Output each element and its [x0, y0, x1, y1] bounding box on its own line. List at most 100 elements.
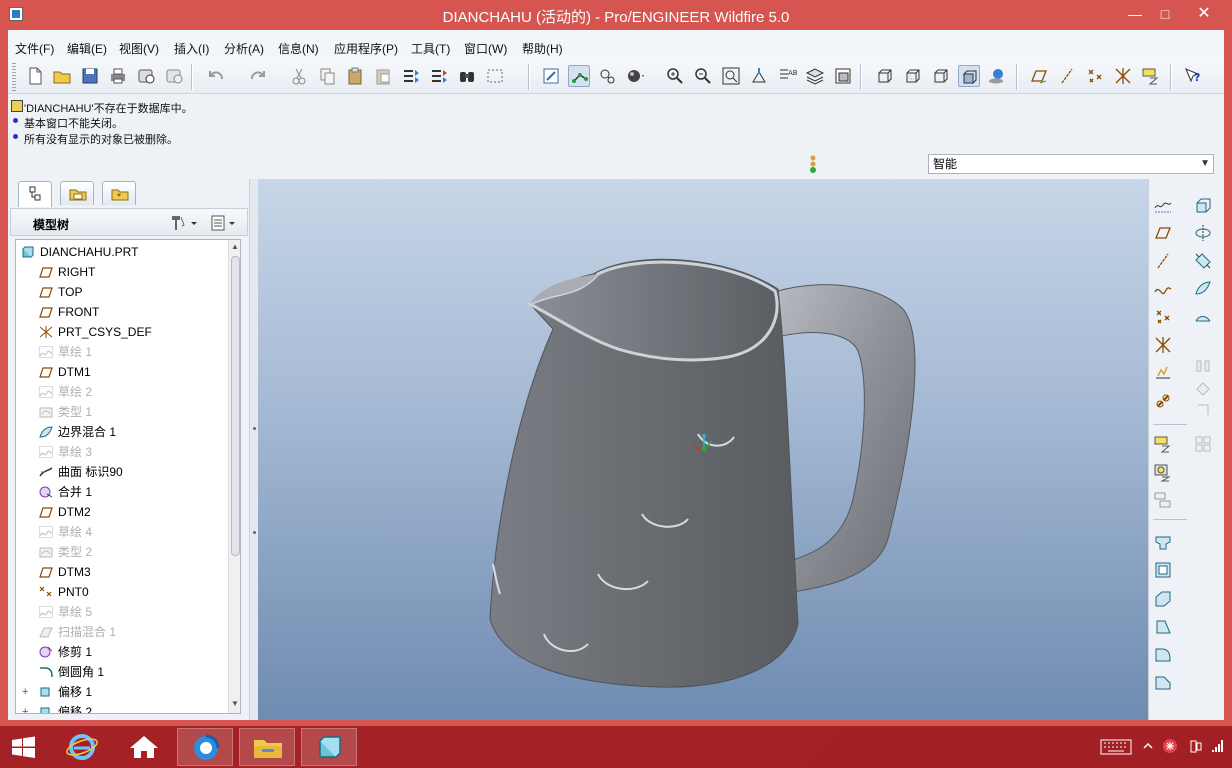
trim-tool-icon[interactable]: [1192, 399, 1214, 421]
regen-manager-icon[interactable]: [428, 65, 450, 87]
shading-icon[interactable]: [958, 65, 980, 87]
reorient-icon[interactable]: [748, 65, 770, 87]
selection-filter-select[interactable]: 智能 ▼: [928, 154, 1214, 174]
merge-tool-icon[interactable]: [1192, 377, 1214, 399]
spin-center-icon[interactable]: [568, 65, 590, 87]
tree-item[interactable]: + 偏移 1: [16, 682, 226, 702]
tree-item[interactable]: PRT_CSYS_DEF: [16, 322, 226, 342]
tree-item[interactable]: PNT0: [16, 582, 226, 602]
redo-icon[interactable]: [246, 65, 268, 87]
datum-point-tool-icon[interactable]: [1152, 306, 1174, 328]
variable-sweep-icon[interactable]: [1192, 250, 1214, 272]
tree-item[interactable]: 类型 2: [16, 542, 226, 562]
tab-favorites[interactable]: *: [102, 181, 136, 205]
tree-expand-icon[interactable]: +: [22, 682, 28, 702]
tree-show-icon[interactable]: [209, 213, 243, 233]
home-icon[interactable]: [116, 728, 172, 766]
menu-insert[interactable]: 插入(I): [174, 40, 209, 57]
no-hidden-icon[interactable]: [930, 65, 952, 87]
extrude-icon[interactable]: [1192, 194, 1214, 216]
mirror-icon[interactable]: [1192, 355, 1214, 377]
tree-expand-icon[interactable]: +: [22, 702, 28, 713]
tree-item[interactable]: FRONT: [16, 302, 226, 322]
find-binoculars-icon[interactable]: [456, 65, 478, 87]
browser-app-icon[interactable]: [177, 728, 233, 766]
toolbar-grip[interactable]: [12, 63, 16, 91]
tree-item[interactable]: DTM2: [16, 502, 226, 522]
zoom-in-icon[interactable]: [664, 65, 686, 87]
menu-view[interactable]: 视图(V): [119, 40, 159, 57]
enhanced-realism-icon[interactable]: [986, 65, 1008, 87]
chamfer-icon[interactable]: [1152, 671, 1174, 693]
keyboard-icon[interactable]: [1100, 739, 1132, 755]
tree-item[interactable]: 类型 1: [16, 402, 226, 422]
send-mail-icon[interactable]: [135, 65, 157, 87]
cut-icon[interactable]: [288, 65, 310, 87]
proe-taskbar-icon[interactable]: [301, 728, 357, 766]
datum-plane-display-icon[interactable]: [1028, 65, 1050, 87]
datum-curve-tool-icon[interactable]: [1152, 278, 1174, 300]
menu-tools[interactable]: 工具(T): [411, 40, 450, 57]
power-tray-icon[interactable]: [1188, 738, 1204, 754]
paste-special-icon[interactable]: [372, 65, 394, 87]
datum-plane-tool-icon[interactable]: [1152, 222, 1174, 244]
shrinkwrap-icon[interactable]: [1152, 489, 1174, 511]
tree-scrollbar-thumb[interactable]: [231, 256, 240, 556]
tray-chevron-up-icon[interactable]: [1142, 740, 1154, 752]
tree-item[interactable]: 倒圆角 1: [16, 662, 226, 682]
open-folder-icon[interactable]: [51, 65, 73, 87]
rib-icon[interactable]: [1152, 587, 1174, 609]
scroll-up-icon[interactable]: ▲: [231, 242, 239, 251]
kettle-model[interactable]: [258, 179, 1148, 720]
menu-analysis[interactable]: 分析(A): [224, 40, 264, 57]
tree-item[interactable]: 草绘 3: [16, 442, 226, 462]
antivirus-tray-icon[interactable]: [1162, 738, 1178, 754]
undo-icon[interactable]: [206, 65, 228, 87]
tree-item[interactable]: 草绘 2: [16, 382, 226, 402]
graphics-window[interactable]: [258, 179, 1148, 720]
annotation-display-icon[interactable]: [1140, 65, 1162, 87]
tree-item[interactable]: 曲面 标识90: [16, 462, 226, 482]
menu-info[interactable]: 信息(N): [278, 40, 319, 57]
tree-root-item[interactable]: DIANCHAHU.PRT: [16, 242, 226, 262]
new-file-icon[interactable]: [24, 65, 46, 87]
sketch-tool-icon[interactable]: [1152, 194, 1174, 216]
datum-axis-display-icon[interactable]: [1056, 65, 1078, 87]
scroll-down-icon[interactable]: ▼: [231, 699, 239, 708]
tree-item[interactable]: 修剪 1: [16, 642, 226, 662]
tree-item[interactable]: 扫描混合 1: [16, 622, 226, 642]
close-button[interactable]: ✕: [1180, 0, 1228, 28]
tree-item[interactable]: 草绘 4: [16, 522, 226, 542]
reference-chain-icon[interactable]: [1152, 390, 1174, 412]
file-explorer-icon[interactable]: [239, 728, 295, 766]
refit-icon[interactable]: [720, 65, 742, 87]
title-bar[interactable]: DIANCHAHU (活动的) - Pro/ENGINEER Wildfire …: [0, 0, 1232, 30]
round-tool-icon[interactable]: [1152, 643, 1174, 665]
menu-file[interactable]: 文件(F): [15, 40, 54, 57]
tree-item[interactable]: 合并 1: [16, 482, 226, 502]
datum-point-display-icon[interactable]: [1084, 65, 1106, 87]
print-icon[interactable]: [107, 65, 129, 87]
layers-icon[interactable]: [804, 65, 826, 87]
send-link-icon[interactable]: [163, 65, 185, 87]
copy-icon[interactable]: [316, 65, 338, 87]
tab-model-tree[interactable]: [18, 181, 52, 207]
start-button[interactable]: [0, 728, 48, 766]
style-tool-icon[interactable]: [1192, 306, 1214, 328]
internet-explorer-icon[interactable]: [54, 728, 110, 766]
revolve-icon[interactable]: [1192, 222, 1214, 244]
boundary-blend-tool-icon[interactable]: [1192, 278, 1214, 300]
tree-item[interactable]: 边界混合 1: [16, 422, 226, 442]
zoom-out-icon[interactable]: [692, 65, 714, 87]
annotation-feature-icon[interactable]: [1152, 433, 1174, 455]
hidden-line-icon[interactable]: [902, 65, 924, 87]
select-box-icon[interactable]: [484, 65, 506, 87]
view-manager-icon[interactable]: [832, 65, 854, 87]
save-icon[interactable]: [79, 65, 101, 87]
tree-item[interactable]: 草绘 5: [16, 602, 226, 622]
draft-icon[interactable]: [1152, 615, 1174, 637]
wireframe-icon[interactable]: [874, 65, 896, 87]
tree-item[interactable]: RIGHT: [16, 262, 226, 282]
shell-icon[interactable]: [1152, 559, 1174, 581]
menu-edit[interactable]: 编辑(E): [67, 40, 107, 57]
